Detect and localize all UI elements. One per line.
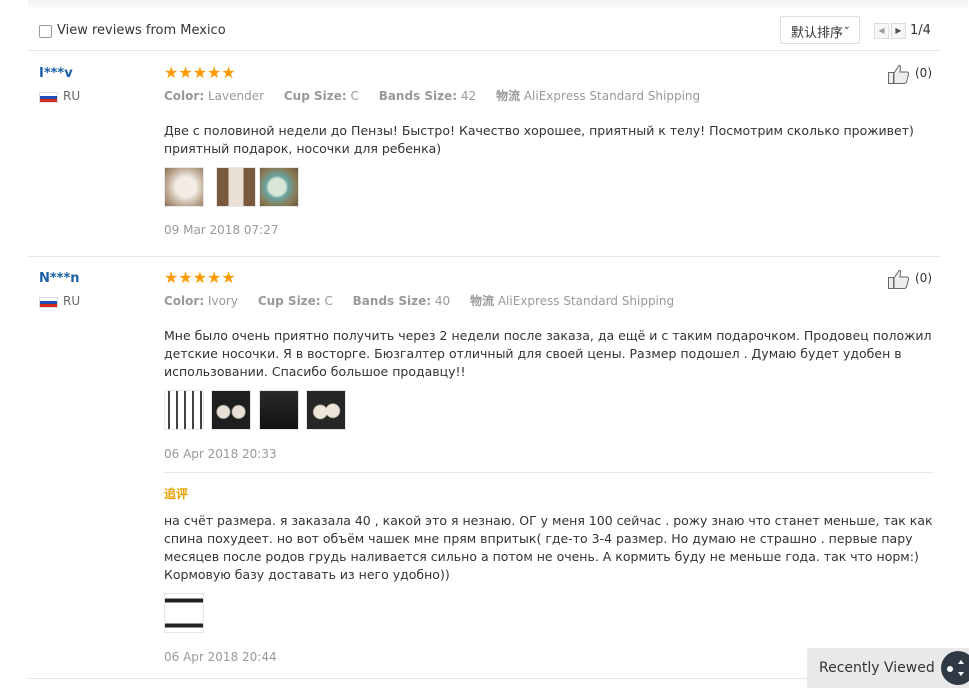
review-date: 06 Apr 2018 20:33 <box>164 447 277 461</box>
followup-text: на счёт размера. я заказала 40 , какой э… <box>164 513 933 582</box>
review-photo[interactable] <box>164 593 204 633</box>
chevron-down-icon: ⌄ <box>842 21 851 32</box>
mexico-filter-checkbox[interactable] <box>39 25 52 38</box>
review-filter-bar: View reviews from Mexico 默认排序 ⌄ ◀ ▶ 1/4 <box>28 12 940 51</box>
thumbs-up-icon <box>888 269 910 289</box>
followup-date: 06 Apr 2018 20:44 <box>164 650 277 664</box>
next-page-button[interactable]: ▶ <box>891 23 906 39</box>
followup-divider <box>164 472 934 473</box>
product-attributes: Color: Ivory Cup Size: C Bands Size: 40 … <box>164 292 674 309</box>
attr-color-key: Color: <box>164 294 205 308</box>
recently-viewed-panel[interactable]: Recently Viewed <box>807 648 969 688</box>
reviewer-name[interactable]: I***v <box>39 66 73 81</box>
attr-band-key: Bands Size: <box>378 89 458 103</box>
review-photo[interactable] <box>211 390 251 430</box>
recently-viewed-label: Recently Viewed <box>819 660 935 676</box>
followup-label: 追评 <box>164 487 189 501</box>
review-photo[interactable] <box>164 167 204 207</box>
attr-cup-key: Cup Size: <box>257 294 321 308</box>
attr-cup-value: C <box>350 89 359 103</box>
helpful-count: (0) <box>915 271 932 285</box>
prev-page-button[interactable]: ◀ <box>874 23 889 39</box>
attr-shipping-value: AliExpress Standard Shipping <box>497 294 675 308</box>
review-divider <box>28 256 940 257</box>
attr-shipping-key: 物流 <box>469 294 494 308</box>
attr-band-value: 42 <box>460 89 477 103</box>
review-text: Мне было очень приятно получить через 2 … <box>164 328 932 379</box>
reviewer-name[interactable]: N***n <box>39 271 80 286</box>
attr-shipping-value: AliExpress Standard Shipping <box>523 89 701 103</box>
helpful-count: (0) <box>915 66 932 80</box>
attr-color-key: Color: <box>164 89 205 103</box>
attr-color-value: Lavender <box>207 89 265 103</box>
review-photo[interactable] <box>216 167 256 207</box>
product-attributes: Color: Lavender Cup Size: C Bands Size: … <box>164 87 700 104</box>
thumbs-up-icon <box>888 64 910 84</box>
mexico-filter-label[interactable]: View reviews from Mexico <box>57 23 226 38</box>
attr-shipping-key: 物流 <box>496 89 521 103</box>
review-date: 09 Mar 2018 07:27 <box>164 223 279 237</box>
scroll-arrows-icon <box>947 660 964 676</box>
review-divider <box>28 678 940 679</box>
page-indicator: 1/4 <box>910 23 931 38</box>
review-photo[interactable] <box>164 390 204 430</box>
scroll-top-button[interactable] <box>941 651 969 685</box>
review-text: Две с половиной недели до Пензы! Быстро!… <box>164 123 914 156</box>
russia-flag-icon <box>39 92 58 103</box>
attr-band-value: 40 <box>434 294 451 308</box>
attr-color-value: Ivory <box>207 294 238 308</box>
review-photo[interactable] <box>259 390 299 430</box>
sort-dropdown[interactable]: 默认排序 ⌄ <box>780 16 860 44</box>
review-photo[interactable] <box>306 390 346 430</box>
rating-stars: ★★★★★ <box>164 63 236 82</box>
attr-band-key: Bands Size: <box>352 294 432 308</box>
attr-cup-value: C <box>324 294 333 308</box>
reviewer-country: RU <box>63 294 81 308</box>
attr-cup-key: Cup Size: <box>283 89 347 103</box>
reviewer-country: RU <box>63 89 81 103</box>
sort-dropdown-label: 默认排序 <box>791 26 844 41</box>
russia-flag-icon <box>39 297 58 308</box>
top-strip <box>28 0 968 8</box>
rating-stars: ★★★★★ <box>164 268 236 287</box>
review-photo[interactable] <box>259 167 299 207</box>
